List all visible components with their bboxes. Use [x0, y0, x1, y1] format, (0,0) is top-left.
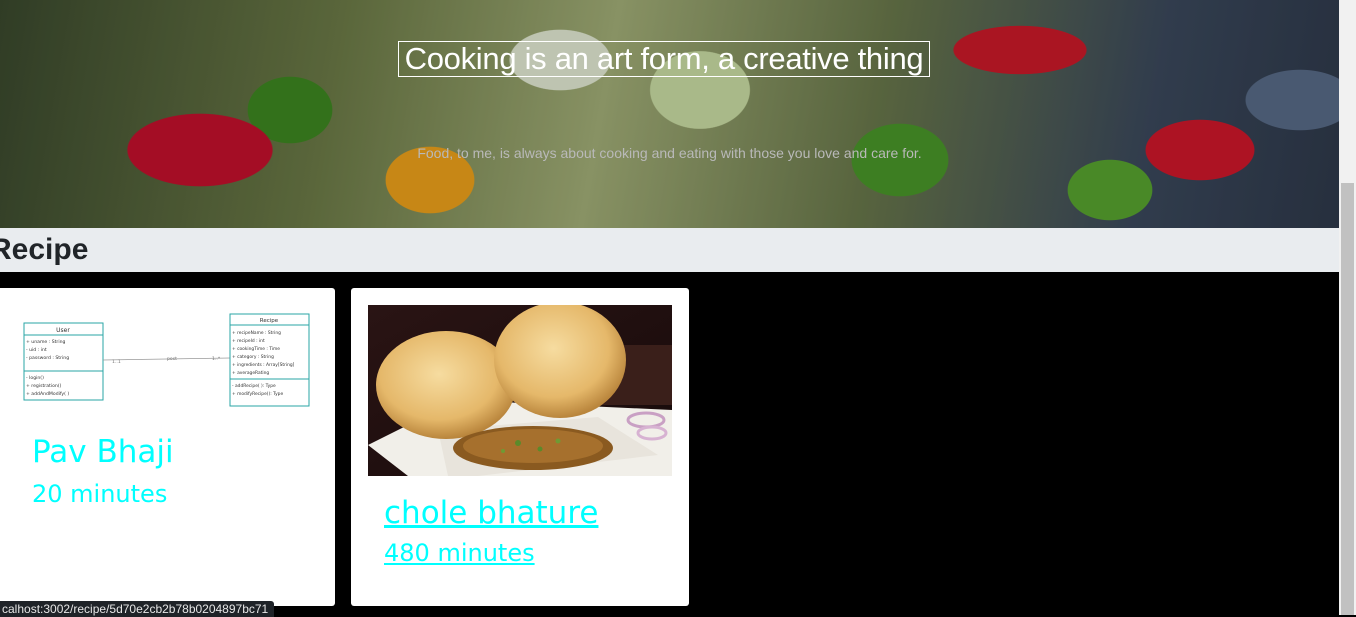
recipe-card[interactable]: User + uname : String - uid : int - pass…: [0, 288, 335, 606]
svg-text:+ modifyRecipe(): Type: + modifyRecipe(): Type: [232, 391, 283, 397]
user-class-box: User + uname : String - uid : int - pass…: [23, 322, 104, 401]
svg-text:1..1: 1..1: [112, 359, 121, 365]
svg-text:+ cookingTime : Time: + cookingTime : Time: [232, 346, 280, 352]
hero-title: Cooking is an art form, a creative thing: [398, 41, 930, 77]
svg-text:Recipe: Recipe: [260, 318, 279, 324]
hero-overlay: [0, 0, 1339, 228]
scrollbar-thumb[interactable]: [1341, 183, 1354, 615]
recipe-name[interactable]: Pav Bhaji: [32, 434, 174, 470]
bhatura-right: [494, 305, 626, 418]
svg-text:- login(): - login(): [26, 375, 44, 381]
recipe-class-box: Recipe + recipeName : String + recipeId …: [229, 313, 310, 407]
svg-text:- addRecipe( ): Type: - addRecipe( ): Type: [232, 383, 276, 389]
svg-text:- password : String: - password : String: [26, 355, 69, 361]
section-title: Recipe: [0, 233, 89, 266]
recipe-time-link[interactable]: 480 minutes: [384, 538, 535, 568]
recipe-name-link[interactable]: chole bhature: [384, 495, 598, 531]
svg-text:+ recipeName : String: + recipeName : String: [232, 330, 281, 336]
svg-text:+ ingredients : Array[String]: + ingredients : Array[String]: [232, 362, 295, 368]
hero-banner: Cooking is an art form, a creative thing…: [0, 0, 1339, 228]
svg-text:- uid : int: - uid : int: [26, 347, 47, 353]
svg-text:+ addAndModify( ): + addAndModify( ): [26, 391, 69, 397]
recipe-image-photo: [368, 305, 672, 476]
bhatura-left: [376, 331, 516, 439]
user-class-name: User: [56, 327, 70, 334]
hero-subtitle: Food, to me, is always about cooking and…: [417, 145, 922, 161]
section-header: Recipe: [0, 228, 1339, 272]
recipe-image-diagram: User + uname : String - uid : int - pass…: [20, 308, 310, 433]
svg-text:1..*: 1..*: [212, 356, 221, 362]
svg-text:+ category : String: + category : String: [232, 354, 274, 360]
svg-text:post: post: [167, 356, 177, 362]
svg-text:+ recipeId : int: + recipeId : int: [232, 338, 265, 344]
svg-text:+ uname : String: + uname : String: [26, 339, 66, 345]
recipe-card[interactable]: chole bhature 480 minutes: [351, 288, 689, 606]
svg-text:+ averageRating: + averageRating: [232, 370, 269, 376]
recipe-time: 20 minutes: [32, 480, 168, 508]
vertical-scrollbar[interactable]: [1339, 0, 1356, 615]
svg-text:+ registration(): + registration(): [26, 383, 62, 389]
